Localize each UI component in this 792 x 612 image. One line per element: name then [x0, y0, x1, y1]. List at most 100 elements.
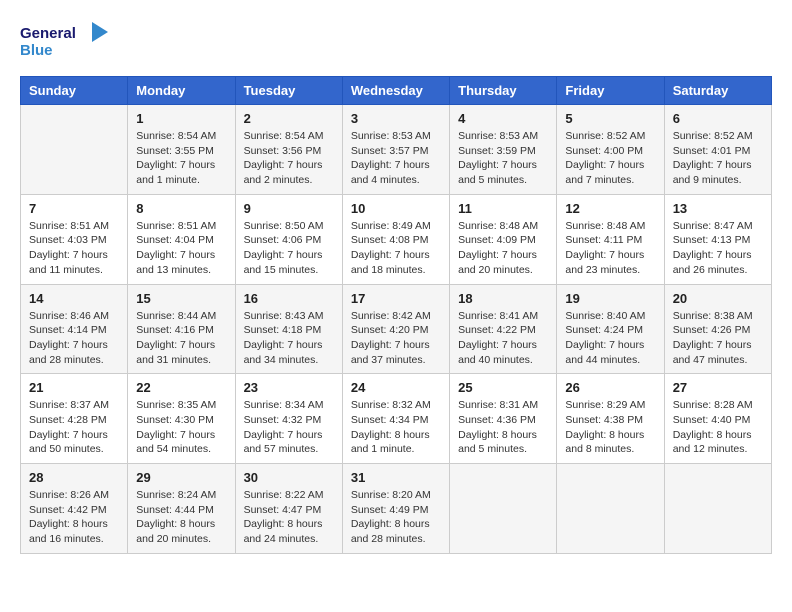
- calendar-cell: 16Sunrise: 8:43 AM Sunset: 4:18 PM Dayli…: [235, 284, 342, 374]
- calendar-cell: 27 Sunrise: 8:28 AM Sunset: 4:40 PM Dayli…: [664, 374, 771, 464]
- day-number: 13: [673, 201, 763, 216]
- day-info: Sunrise: 8:54 AM Sunset: 3:55 PM Dayligh…: [136, 129, 226, 188]
- calendar-cell: 29 Sunrise: 8:24 AM Sunset: 4:44 PM Dayli…: [128, 464, 235, 554]
- calendar-cell: 23Sunrise: 8:34 AM Sunset: 4:32 PM Dayli…: [235, 374, 342, 464]
- day-number: 6: [673, 111, 763, 126]
- day-info: Sunrise: 8:28 AM Sunset: 4:40 PM Dayligh…: [673, 398, 763, 457]
- day-number: 2: [244, 111, 334, 126]
- calendar-cell: 22 Sunrise: 8:35 AM Sunset: 4:30 PM Dayli…: [128, 374, 235, 464]
- day-number: 10: [351, 201, 441, 216]
- column-header-friday: Friday: [557, 77, 664, 105]
- calendar-cell: 8 Sunrise: 8:51 AM Sunset: 4:04 PM Daylig…: [128, 194, 235, 284]
- calendar-cell: 26 Sunrise: 8:29 AM Sunset: 4:38 PM Dayli…: [557, 374, 664, 464]
- day-info: Sunrise: 8:40 AM Sunset: 4:24 PM Dayligh…: [565, 309, 655, 368]
- logo-icon: GeneralBlue: [20, 20, 110, 60]
- day-info: Sunrise: 8:54 AM Sunset: 3:56 PM Dayligh…: [244, 129, 334, 188]
- calendar-cell: 14 Sunrise: 8:46 AM Sunset: 4:14 PM Dayli…: [21, 284, 128, 374]
- day-number: 27: [673, 380, 763, 395]
- day-number: 1: [136, 111, 226, 126]
- day-number: 30: [244, 470, 334, 485]
- calendar-cell: [664, 464, 771, 554]
- day-number: 11: [458, 201, 548, 216]
- calendar-cell: 3Sunrise: 8:53 AM Sunset: 3:57 PM Daylig…: [342, 105, 449, 195]
- calendar-cell: 24 Sunrise: 8:32 AM Sunset: 4:34 PM Dayli…: [342, 374, 449, 464]
- day-number: 15: [136, 291, 226, 306]
- day-number: 14: [29, 291, 119, 306]
- calendar-header: SundayMondayTuesdayWednesdayThursdayFrid…: [21, 77, 772, 105]
- calendar-week-3: 14 Sunrise: 8:46 AM Sunset: 4:14 PM Dayli…: [21, 284, 772, 374]
- day-number: 24: [351, 380, 441, 395]
- column-header-wednesday: Wednesday: [342, 77, 449, 105]
- day-info: Sunrise: 8:29 AM Sunset: 4:38 PM Dayligh…: [565, 398, 655, 457]
- calendar-body: 1 Sunrise: 8:54 AM Sunset: 3:55 PM Daylig…: [21, 105, 772, 554]
- day-info: Sunrise: 8:48 AM Sunset: 4:09 PM Dayligh…: [458, 219, 548, 278]
- column-header-thursday: Thursday: [450, 77, 557, 105]
- calendar-cell: 19 Sunrise: 8:40 AM Sunset: 4:24 PM Dayli…: [557, 284, 664, 374]
- day-info: Sunrise: 8:51 AM Sunset: 4:04 PM Dayligh…: [136, 219, 226, 278]
- day-info: Sunrise: 8:51 AM Sunset: 4:03 PM Dayligh…: [29, 219, 119, 278]
- calendar-cell: 30 Sunrise: 8:22 AM Sunset: 4:47 PM Dayli…: [235, 464, 342, 554]
- day-info: Sunrise: 8:41 AM Sunset: 4:22 PM Dayligh…: [458, 309, 548, 368]
- day-number: 12: [565, 201, 655, 216]
- day-number: 9: [244, 201, 334, 216]
- day-number: 28: [29, 470, 119, 485]
- calendar-cell: 31 Sunrise: 8:20 AM Sunset: 4:49 PM Dayli…: [342, 464, 449, 554]
- calendar-table: SundayMondayTuesdayWednesdayThursdayFrid…: [20, 76, 772, 554]
- day-number: 20: [673, 291, 763, 306]
- calendar-cell: 1 Sunrise: 8:54 AM Sunset: 3:55 PM Daylig…: [128, 105, 235, 195]
- page-header: GeneralBlue: [20, 20, 772, 60]
- calendar-cell: 20 Sunrise: 8:38 AM Sunset: 4:26 PM Dayli…: [664, 284, 771, 374]
- day-info: Sunrise: 8:47 AM Sunset: 4:13 PM Dayligh…: [673, 219, 763, 278]
- calendar-cell: 6 Sunrise: 8:52 AM Sunset: 4:01 PM Daylig…: [664, 105, 771, 195]
- calendar-cell: 2 Sunrise: 8:54 AM Sunset: 3:56 PM Daylig…: [235, 105, 342, 195]
- day-number: 26: [565, 380, 655, 395]
- calendar-cell: 17Sunrise: 8:42 AM Sunset: 4:20 PM Dayli…: [342, 284, 449, 374]
- column-header-tuesday: Tuesday: [235, 77, 342, 105]
- day-info: Sunrise: 8:53 AM Sunset: 3:59 PM Dayligh…: [458, 129, 548, 188]
- calendar-cell: 10 Sunrise: 8:49 AM Sunset: 4:08 PM Dayli…: [342, 194, 449, 284]
- svg-text:General: General: [20, 25, 76, 42]
- day-info: Sunrise: 8:48 AM Sunset: 4:11 PM Dayligh…: [565, 219, 655, 278]
- day-info: Sunrise: 8:35 AM Sunset: 4:30 PM Dayligh…: [136, 398, 226, 457]
- day-info: Sunrise: 8:22 AM Sunset: 4:47 PM Dayligh…: [244, 488, 334, 547]
- calendar-cell: 12 Sunrise: 8:48 AM Sunset: 4:11 PM Dayli…: [557, 194, 664, 284]
- day-number: 25: [458, 380, 548, 395]
- day-number: 3: [351, 111, 441, 126]
- day-info: Sunrise: 8:26 AM Sunset: 4:42 PM Dayligh…: [29, 488, 119, 547]
- calendar-cell: 13 Sunrise: 8:47 AM Sunset: 4:13 PM Dayli…: [664, 194, 771, 284]
- calendar-week-2: 7 Sunrise: 8:51 AM Sunset: 4:03 PM Daylig…: [21, 194, 772, 284]
- calendar-week-5: 28 Sunrise: 8:26 AM Sunset: 4:42 PM Dayli…: [21, 464, 772, 554]
- calendar-cell: 11 Sunrise: 8:48 AM Sunset: 4:09 PM Dayli…: [450, 194, 557, 284]
- calendar-cell: 28 Sunrise: 8:26 AM Sunset: 4:42 PM Dayli…: [21, 464, 128, 554]
- day-info: Sunrise: 8:43 AM Sunset: 4:18 PM Dayligh…: [244, 309, 334, 368]
- day-info: Sunrise: 8:52 AM Sunset: 4:01 PM Dayligh…: [673, 129, 763, 188]
- calendar-cell: 9Sunrise: 8:50 AM Sunset: 4:06 PM Daylig…: [235, 194, 342, 284]
- day-number: 19: [565, 291, 655, 306]
- day-info: Sunrise: 8:38 AM Sunset: 4:26 PM Dayligh…: [673, 309, 763, 368]
- day-info: Sunrise: 8:49 AM Sunset: 4:08 PM Dayligh…: [351, 219, 441, 278]
- calendar-cell: 4 Sunrise: 8:53 AM Sunset: 3:59 PM Daylig…: [450, 105, 557, 195]
- day-number: 29: [136, 470, 226, 485]
- calendar-cell: [450, 464, 557, 554]
- column-header-monday: Monday: [128, 77, 235, 105]
- day-info: Sunrise: 8:32 AM Sunset: 4:34 PM Dayligh…: [351, 398, 441, 457]
- day-info: Sunrise: 8:44 AM Sunset: 4:16 PM Dayligh…: [136, 309, 226, 368]
- calendar-cell: 21Sunrise: 8:37 AM Sunset: 4:28 PM Dayli…: [21, 374, 128, 464]
- day-number: 22: [136, 380, 226, 395]
- day-number: 8: [136, 201, 226, 216]
- day-info: Sunrise: 8:20 AM Sunset: 4:49 PM Dayligh…: [351, 488, 441, 547]
- day-number: 18: [458, 291, 548, 306]
- day-info: Sunrise: 8:24 AM Sunset: 4:44 PM Dayligh…: [136, 488, 226, 547]
- day-number: 5: [565, 111, 655, 126]
- logo: GeneralBlue: [20, 20, 110, 60]
- day-number: 4: [458, 111, 548, 126]
- calendar-cell: 5Sunrise: 8:52 AM Sunset: 4:00 PM Daylig…: [557, 105, 664, 195]
- day-number: 7: [29, 201, 119, 216]
- calendar-cell: 7 Sunrise: 8:51 AM Sunset: 4:03 PM Daylig…: [21, 194, 128, 284]
- day-info: Sunrise: 8:46 AM Sunset: 4:14 PM Dayligh…: [29, 309, 119, 368]
- column-header-saturday: Saturday: [664, 77, 771, 105]
- calendar-cell: [557, 464, 664, 554]
- day-number: 31: [351, 470, 441, 485]
- calendar-cell: [21, 105, 128, 195]
- calendar-week-4: 21Sunrise: 8:37 AM Sunset: 4:28 PM Dayli…: [21, 374, 772, 464]
